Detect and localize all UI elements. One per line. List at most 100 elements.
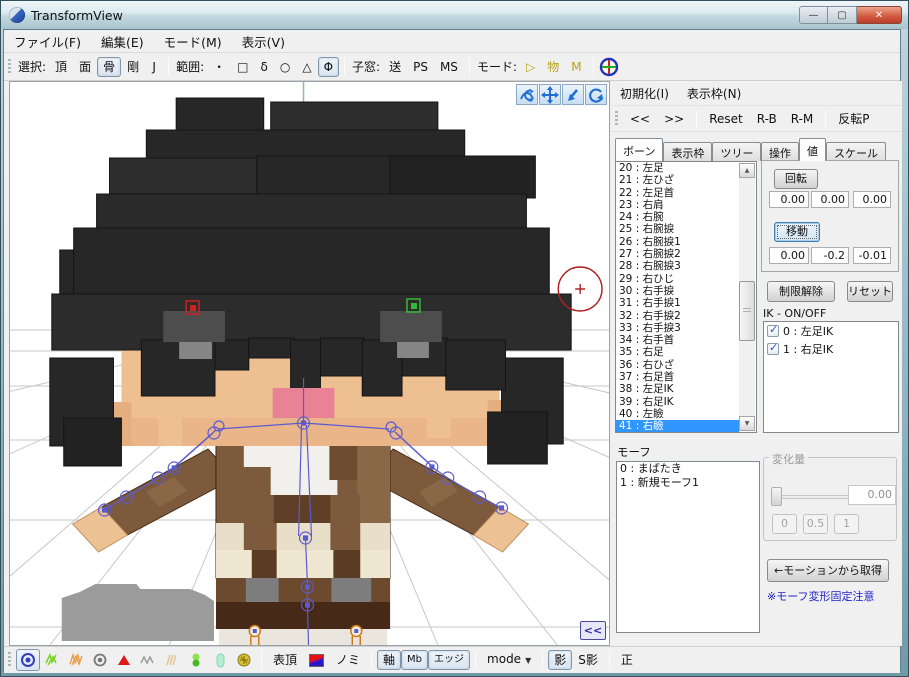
- bone-list-item[interactable]: 32 : 右手捩2: [616, 310, 739, 322]
- menu-item[interactable]: 表示(V): [232, 29, 295, 54]
- list-tab[interactable]: 表示枠: [663, 142, 713, 161]
- bone-list-item[interactable]: 33 : 右手捩3: [616, 322, 739, 334]
- self-shadow-toggle-button[interactable]: S影: [572, 650, 604, 670]
- wave-gray-icon[interactable]: [136, 649, 160, 671]
- change-slider-track[interactable]: [771, 495, 853, 499]
- morph-list-item[interactable]: 1 : 新規モーフ1: [617, 476, 759, 490]
- bone-list-item[interactable]: 26 : 右腕捩1: [616, 236, 739, 248]
- rotate-y-field[interactable]: 0.00: [811, 191, 849, 208]
- bone-list[interactable]: 20 : 左足 21 : 左ひざ 22 : 左足首 23 : 右肩 24 : 右腕 25 …: [615, 161, 757, 433]
- value-tab[interactable]: 操作: [761, 142, 799, 161]
- toolbar-grip[interactable]: [8, 652, 11, 668]
- move-x-field[interactable]: 0.00: [769, 247, 809, 264]
- rotate-view-icon[interactable]: [585, 84, 607, 105]
- close-button[interactable]: ✕: [857, 6, 902, 24]
- title-bar[interactable]: TransformView — ▢ ✕: [1, 1, 908, 29]
- mode-button[interactable]: M: [565, 57, 587, 77]
- scroll-down-button[interactable]: ▼: [739, 416, 755, 431]
- menu-item[interactable]: モード(M): [154, 29, 232, 54]
- bone-list-item[interactable]: 21 : 左ひざ: [616, 174, 739, 186]
- select-mode-button[interactable]: 骨: [97, 56, 122, 77]
- move-button[interactable]: 移動: [774, 222, 820, 242]
- bone-list-item[interactable]: 35 : 右足: [616, 346, 739, 358]
- panel-menu-item[interactable]: 表示枠(N): [678, 82, 750, 105]
- mode-dropdown[interactable]: mode ▼: [481, 649, 537, 671]
- capsule-green-icon[interactable]: [184, 649, 208, 671]
- move-z-field[interactable]: -0.01: [853, 247, 891, 264]
- bone-list-item[interactable]: 28 : 右腕捩3: [616, 260, 739, 272]
- bone-list-item[interactable]: 27 : 右腕捩2: [616, 248, 739, 260]
- minimize-button[interactable]: —: [799, 6, 828, 24]
- shadow-toggle-button[interactable]: 影: [548, 650, 573, 670]
- knot-yellow-icon[interactable]: [232, 649, 256, 671]
- range-mode-button[interactable]: □: [231, 57, 254, 77]
- bone-list-item[interactable]: 36 : 右ひざ: [616, 359, 739, 371]
- value-tab[interactable]: 値: [799, 138, 826, 161]
- normal-toggle-button[interactable]: 正: [615, 650, 639, 670]
- hatch-orange-icon[interactable]: [64, 649, 88, 671]
- bone-list-item[interactable]: 34 : 右手首: [616, 334, 739, 346]
- change-05-button[interactable]: 0.5: [803, 514, 828, 534]
- flip-pose-button[interactable]: 反転P: [831, 109, 876, 129]
- triangle-red-icon[interactable]: [112, 649, 136, 671]
- subwindow-button[interactable]: PS: [407, 57, 434, 77]
- bone-nav-button[interactable]: >>: [657, 109, 691, 129]
- toolbar-grip[interactable]: [8, 58, 11, 75]
- range-mode-button[interactable]: δ: [255, 57, 274, 77]
- zoom-icon[interactable]: [562, 84, 584, 105]
- rotate-button[interactable]: 回転: [774, 169, 818, 189]
- mb-toggle-button[interactable]: Mb: [401, 650, 429, 670]
- bone-nav-button[interactable]: <<: [623, 109, 657, 129]
- select-mode-button[interactable]: J: [145, 57, 163, 77]
- get-from-motion-button[interactable]: ←モーションから取得: [767, 559, 889, 582]
- unlock-limit-button[interactable]: 制限解除: [767, 281, 835, 302]
- hatch-green-icon[interactable]: [40, 649, 64, 671]
- capsule-cyan-icon[interactable]: [208, 649, 232, 671]
- value-tab[interactable]: スケール: [826, 142, 886, 161]
- change-0-button[interactable]: 0: [772, 514, 797, 534]
- orbit-icon[interactable]: [516, 84, 538, 105]
- morph-list[interactable]: 0 : まばたき 1 : 新規モーフ1: [616, 461, 760, 633]
- ik-checkbox-row[interactable]: 0 : 左足IK: [764, 322, 898, 340]
- range-mode-button[interactable]: ○: [274, 57, 296, 77]
- bone-list-item[interactable]: 24 : 右腕: [616, 211, 739, 223]
- reset-action-button[interactable]: R-B: [750, 109, 784, 129]
- rotate-z-field[interactable]: 0.00: [853, 191, 891, 208]
- show-vertex-button[interactable]: 表頂: [267, 650, 303, 670]
- bone-list-item[interactable]: 22 : 左足首: [616, 187, 739, 199]
- change-value-field[interactable]: 0.00: [848, 485, 896, 505]
- select-mode-button[interactable]: 面: [73, 57, 97, 77]
- bone-list-item[interactable]: 41 : 右瞼: [616, 420, 739, 432]
- bone-list-item[interactable]: 25 : 右腕捩: [616, 223, 739, 235]
- nomi-button[interactable]: ノミ: [330, 650, 366, 670]
- bone-list-scrollbar[interactable]: ▲ ▼: [739, 163, 755, 431]
- scroll-up-button[interactable]: ▲: [739, 163, 755, 178]
- reset-action-button[interactable]: R-M: [784, 109, 821, 129]
- ik-list[interactable]: 0 : 左足IK 1 : 右足IK: [763, 321, 899, 433]
- list-tab[interactable]: ツリー: [712, 142, 762, 161]
- toolbar-grip[interactable]: [615, 110, 618, 127]
- reset-values-button[interactable]: リセット: [847, 281, 893, 302]
- rotate-x-field[interactable]: 0.00: [769, 191, 809, 208]
- pan-icon[interactable]: [539, 84, 561, 105]
- bone-list-item[interactable]: 38 : 左足IK: [616, 383, 739, 395]
- bone-list-item[interactable]: 20 : 左足: [616, 162, 739, 174]
- bone-list-item[interactable]: 39 : 右足IK: [616, 396, 739, 408]
- bone-list-item[interactable]: 31 : 右手捩1: [616, 297, 739, 309]
- checkbox-icon[interactable]: [767, 323, 779, 337]
- viewport-3d[interactable]: <<: [9, 81, 610, 646]
- bone-list-item[interactable]: 30 : 右手捩: [616, 285, 739, 297]
- change-slider-thumb[interactable]: [771, 487, 782, 506]
- mode-button[interactable]: 物: [541, 57, 565, 77]
- panel-menu-item[interactable]: 初期化(I): [611, 82, 678, 105]
- bone-list-item[interactable]: 37 : 右足首: [616, 371, 739, 383]
- menu-item[interactable]: 編集(E): [91, 29, 154, 54]
- range-mode-button[interactable]: ・: [207, 57, 231, 77]
- wave-orange-icon[interactable]: [160, 649, 184, 671]
- checkbox-icon[interactable]: [767, 341, 779, 355]
- bone-list-item[interactable]: 23 : 右肩: [616, 199, 739, 211]
- subwindow-button[interactable]: MS: [434, 57, 464, 77]
- ik-checkbox-row[interactable]: 1 : 右足IK: [764, 340, 898, 358]
- morph-list-item[interactable]: 0 : まばたき: [617, 462, 759, 476]
- change-1-button[interactable]: 1: [834, 514, 859, 534]
